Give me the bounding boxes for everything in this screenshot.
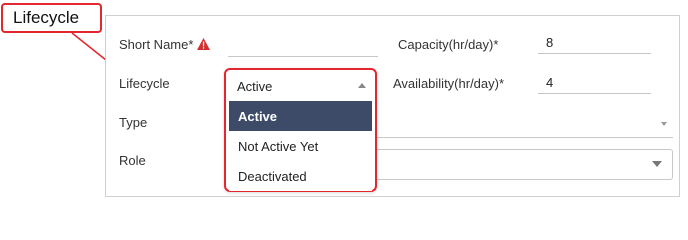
role-select[interactable]	[375, 149, 673, 180]
short-name-label: Short Name*	[119, 37, 194, 52]
lifecycle-dropdown[interactable]: Active Active Not Active Yet Deactivated	[224, 68, 377, 192]
option-label: Not Active Yet	[238, 139, 319, 154]
availability-label: Availability(hr/day)*	[393, 76, 505, 91]
chevron-down-icon	[652, 161, 662, 167]
lifecycle-selected-value: Active	[237, 79, 273, 94]
availability-input[interactable]	[538, 72, 651, 94]
type-select[interactable]	[375, 108, 673, 138]
option-deactivated[interactable]: Deactivated	[229, 161, 372, 191]
lifecycle-select[interactable]: Active	[226, 70, 375, 100]
chevron-down-icon	[661, 122, 667, 126]
callout-label: Lifecycle	[13, 8, 80, 27]
warning-icon	[197, 38, 210, 50]
capacity-label: Capacity(hr/day)*	[398, 37, 499, 52]
short-name-input[interactable]	[228, 35, 378, 57]
role-label: Role	[119, 153, 146, 168]
chevron-up-icon	[358, 83, 366, 88]
lifecycle-callout: Lifecycle	[1, 3, 102, 33]
type-label: Type	[119, 115, 148, 130]
option-active[interactable]: Active	[229, 101, 372, 131]
capacity-input[interactable]	[538, 32, 651, 54]
lifecycle-options: Active Not Active Yet Deactivated	[229, 101, 372, 191]
lifecycle-label: Lifecycle	[119, 76, 170, 91]
option-not-active-yet[interactable]: Not Active Yet	[229, 131, 372, 161]
option-label: Deactivated	[238, 169, 307, 184]
option-label: Active	[238, 109, 278, 124]
